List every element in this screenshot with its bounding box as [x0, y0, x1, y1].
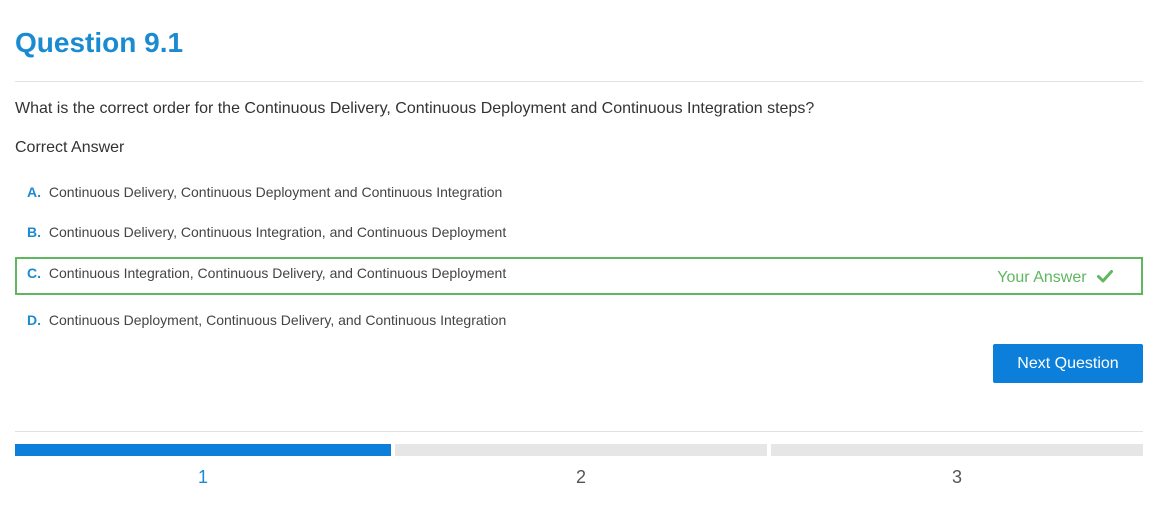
option-text: Continuous Integration, Continuous Deliv… [48, 265, 507, 281]
option-b[interactable]: B. Continuous Delivery, Continuous Integ… [15, 214, 1143, 252]
progress-tracker: 1 2 3 [15, 444, 1143, 494]
progress-bar-segment [15, 444, 391, 456]
correct-answer-label: Correct Answer [15, 139, 125, 156]
option-text: Continuous Deployment, Continuous Delive… [48, 312, 507, 328]
page-title: Question 9.1 [15, 27, 184, 58]
option-letter: D. [27, 312, 41, 328]
option-text: Continuous Delivery, Continuous Integrat… [48, 224, 507, 240]
option-c[interactable]: C. Continuous Integration, Continuous De… [15, 257, 1143, 295]
progress-step-label: 2 [575, 467, 586, 487]
footer-divider [15, 431, 1143, 432]
progress-step-1[interactable]: 1 [15, 444, 391, 494]
progress-step-2[interactable]: 2 [395, 444, 767, 494]
check-icon [1097, 270, 1113, 283]
option-letter: A. [27, 184, 41, 200]
your-answer-label: Your Answer [997, 269, 1087, 286]
progress-bar-segment [771, 444, 1143, 456]
question-text: What is the correct order for the Contin… [15, 100, 815, 117]
option-a[interactable]: A. Continuous Delivery, Continuous Deplo… [15, 174, 1143, 212]
option-text: Continuous Delivery, Continuous Deployme… [48, 184, 503, 200]
your-answer-badge: Your Answer [997, 268, 1113, 288]
progress-step-3[interactable]: 3 [771, 444, 1143, 494]
option-letter: B. [27, 224, 41, 240]
progress-step-label: 1 [197, 467, 208, 487]
next-question-button[interactable]: Next Question [993, 344, 1143, 383]
option-d[interactable]: D. Continuous Deployment, Continuous Del… [15, 302, 1143, 340]
option-letter: C. [27, 265, 41, 281]
header-divider [15, 81, 1143, 82]
progress-bar-segment [395, 444, 767, 456]
progress-step-label: 3 [951, 467, 962, 487]
